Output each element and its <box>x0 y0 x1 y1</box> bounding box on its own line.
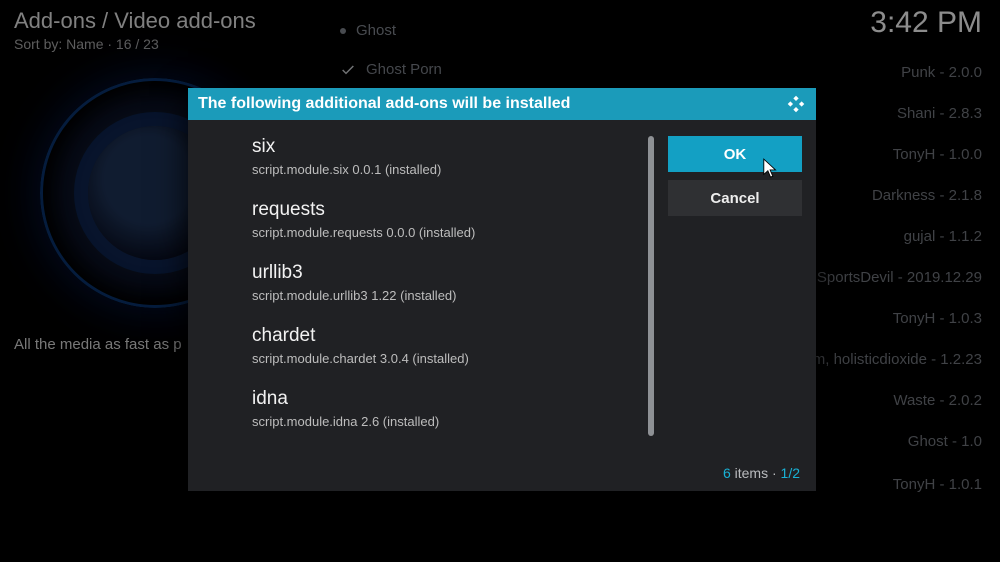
dialog-titlebar: The following additional add-ons will be… <box>188 88 816 120</box>
addon-detail: script.module.requests 0.0.0 (installed) <box>252 225 642 240</box>
ok-button[interactable]: OK <box>668 136 802 172</box>
page-indicator: 1/2 <box>781 465 800 481</box>
install-dependencies-dialog: The following additional add-ons will be… <box>188 88 816 491</box>
addon-name: six <box>252 136 642 158</box>
list-item[interactable]: requests script.module.requests 0.0.0 (i… <box>252 199 642 240</box>
addon-detail: script.module.six 0.0.1 (installed) <box>252 162 642 177</box>
cancel-button[interactable]: Cancel <box>668 180 802 216</box>
addon-name: chardet <box>252 325 642 347</box>
list-item[interactable]: idna script.module.idna 2.6 (installed) <box>252 388 642 429</box>
addon-name: requests <box>252 199 642 221</box>
dialog-title: The following additional add-ons will be… <box>198 95 570 113</box>
dependency-list[interactable]: six script.module.six 0.0.1 (installed) … <box>202 136 654 451</box>
scrollbar[interactable] <box>648 136 654 436</box>
item-count: 6 <box>723 465 731 481</box>
dialog-footer: 6 items · 1/2 <box>188 461 816 491</box>
list-item[interactable]: chardet script.module.chardet 3.0.4 (ins… <box>252 325 642 366</box>
addon-detail: script.module.idna 2.6 (installed) <box>252 414 642 429</box>
list-item[interactable]: six script.module.six 0.0.1 (installed) <box>252 136 642 177</box>
addon-detail: script.module.chardet 3.0.4 (installed) <box>252 351 642 366</box>
addon-name: idna <box>252 388 642 410</box>
list-item[interactable]: urllib3 script.module.urllib3 1.22 (inst… <box>252 262 642 303</box>
addon-name: urllib3 <box>252 262 642 284</box>
addon-detail: script.module.urllib3 1.22 (installed) <box>252 288 642 303</box>
kodi-logo-icon <box>786 94 806 114</box>
